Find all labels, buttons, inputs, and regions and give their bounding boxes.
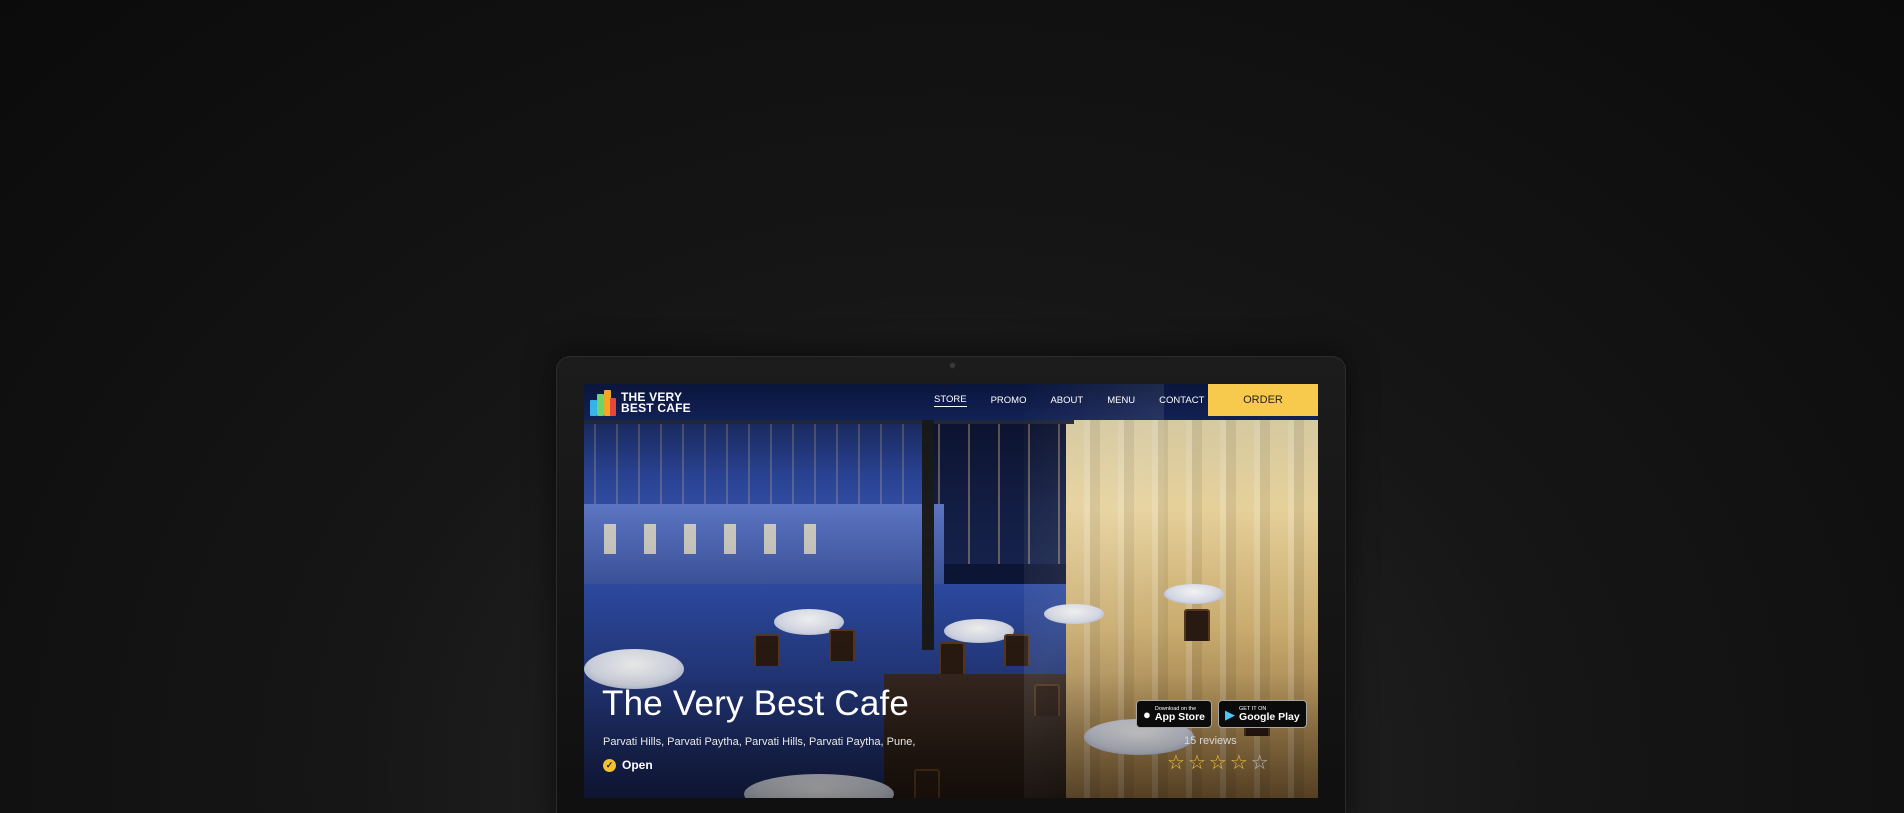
nav-item-promo[interactable]: PROMO [991, 395, 1027, 406]
main-nav: STORE PROMO ABOUT MENU CONTACT [934, 384, 1204, 416]
star-3-icon: ☆ [1208, 752, 1227, 774]
google-play-badge[interactable]: ▶ GET IT ON Google Play [1218, 700, 1307, 728]
status-label: Open [622, 758, 653, 772]
website-screen: THE VERY BEST CAFE STORE PROMO ABOUT MEN… [584, 384, 1318, 798]
camera-icon [950, 363, 955, 368]
star-5-icon: ☆ [1250, 752, 1269, 774]
app-store-badge[interactable]: ● Download on the App Store [1136, 700, 1213, 728]
google-play-big: Google Play [1239, 710, 1300, 723]
store-badges: ● Download on the App Store ▶ GET IT ON … [1136, 700, 1307, 728]
nav-item-contact[interactable]: CONTACT [1159, 395, 1204, 406]
star-1-icon: ☆ [1167, 752, 1185, 774]
brand-name-line2: BEST CAFE [621, 401, 691, 415]
check-circle-icon: ✓ [603, 758, 616, 772]
nav-item-store[interactable]: STORE [934, 394, 967, 407]
page-background: THE VERY BEST CAFE STORE PROMO ABOUT MEN… [0, 0, 1904, 813]
cafe-logo-icon [590, 390, 616, 416]
monitor: THE VERY BEST CAFE STORE PROMO ABOUT MEN… [556, 356, 1346, 813]
nav-item-about[interactable]: ABOUT [1050, 395, 1083, 406]
cafe-title: The Very Best Cafe [602, 684, 910, 723]
star-2-icon: ☆ [1187, 752, 1206, 774]
cafe-address: Parvati Hills, Parvati Paytha, Parvati H… [603, 736, 916, 748]
nav-item-menu[interactable]: MENU [1107, 395, 1135, 406]
star-rating: ☆ ☆ ☆ ☆ ☆ [1167, 753, 1269, 773]
open-status: ✓ Open [603, 758, 653, 772]
brand-logo[interactable]: THE VERY BEST CAFE [590, 390, 691, 416]
star-4-icon: ☆ [1229, 752, 1248, 774]
order-button[interactable]: ORDER [1208, 384, 1318, 416]
apple-icon: ● [1143, 706, 1151, 722]
app-store-big: App Store [1154, 710, 1206, 723]
play-icon: ▶ [1225, 706, 1236, 722]
reviews-count[interactable]: 15 reviews [1184, 735, 1237, 747]
